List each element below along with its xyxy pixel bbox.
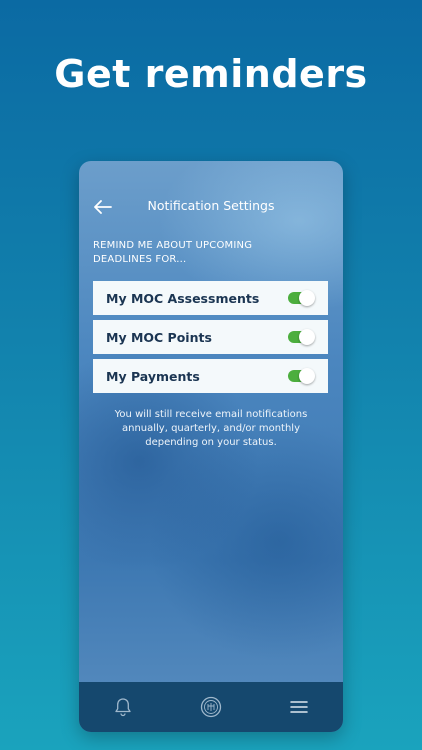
toggle-label: My MOC Points: [106, 329, 212, 345]
tab-home[interactable]: [191, 687, 231, 727]
tab-bar: [79, 682, 343, 732]
marketing-headline: Get reminders: [54, 52, 368, 96]
tab-menu[interactable]: [279, 687, 319, 727]
toggle-label: My Payments: [106, 368, 200, 384]
seal-logo-icon: [200, 696, 222, 718]
toggle-row-moc-points[interactable]: My MOC Points: [93, 320, 328, 354]
moc-assessments-switch[interactable]: [288, 290, 315, 306]
page-title: Notification Settings: [147, 198, 275, 213]
switch-knob: [299, 290, 315, 306]
toggle-list: My MOC Assessments My MOC Points My Paym…: [93, 281, 328, 398]
toggle-label: My MOC Assessments: [106, 290, 260, 306]
reminder-prompt: REMIND ME ABOUT UPCOMING DEADLINES FOR..…: [93, 240, 253, 265]
switch-knob: [299, 329, 315, 345]
arrow-left-icon: [94, 200, 112, 214]
email-note: You will still receive email notificatio…: [114, 409, 308, 448]
toggle-row-moc-assessments[interactable]: My MOC Assessments: [93, 281, 328, 315]
bell-icon: [115, 698, 131, 717]
tab-notifications[interactable]: [103, 687, 143, 727]
menu-icon: [290, 701, 308, 713]
toggle-row-payments[interactable]: My Payments: [93, 359, 328, 393]
top-bar: Notification Settings: [79, 195, 343, 219]
phone-screen: Notification Settings REMIND ME ABOUT UP…: [79, 161, 343, 732]
moc-points-switch[interactable]: [288, 329, 315, 345]
back-button[interactable]: [91, 195, 115, 219]
payments-switch[interactable]: [288, 368, 315, 384]
switch-knob: [299, 368, 315, 384]
